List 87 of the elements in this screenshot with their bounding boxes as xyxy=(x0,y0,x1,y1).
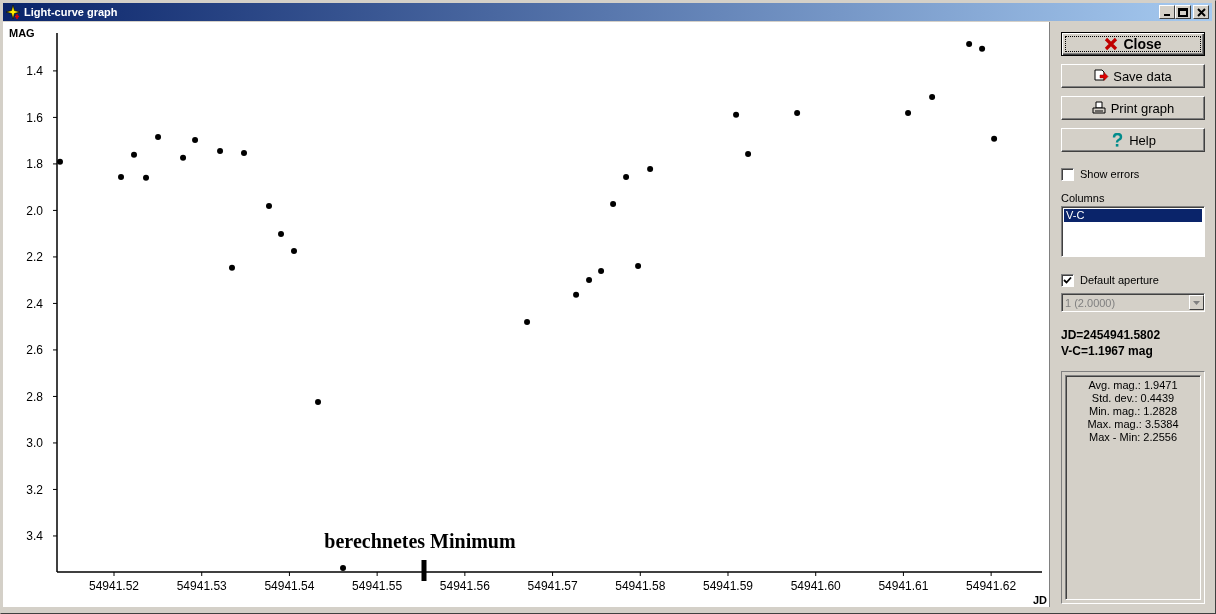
window-title: Light-curve graph xyxy=(24,6,119,18)
minimum-marker xyxy=(421,560,427,581)
tick-label: 2.0 xyxy=(26,203,43,218)
dialog-button[interactable]: Print graph xyxy=(1061,96,1205,120)
data-point xyxy=(57,158,63,165)
tick-label: 3.4 xyxy=(26,529,43,544)
data-point xyxy=(241,150,247,156)
tick-label: 2.6 xyxy=(26,343,43,358)
statistic-text: Std. dev.: 0.4439 xyxy=(1090,392,1176,405)
axis-label: MAG xyxy=(9,27,35,39)
tick-label: 1.6 xyxy=(26,110,43,125)
dropdown-arrow-icon xyxy=(1193,300,1200,305)
data-point xyxy=(229,264,235,271)
statistic-text: Max - Min: 2.2556 xyxy=(1087,431,1178,444)
tick-label: 2.2 xyxy=(26,250,43,265)
dialog-button[interactable]: Save data xyxy=(1061,64,1205,88)
data-point xyxy=(610,200,617,207)
data-point xyxy=(905,110,912,116)
data-point xyxy=(143,174,150,181)
data-point xyxy=(291,247,297,254)
data-point xyxy=(573,291,580,298)
data-point xyxy=(745,150,752,157)
data-point xyxy=(966,40,973,47)
tick-label: 54941.55 xyxy=(352,579,403,593)
data-point xyxy=(192,136,199,143)
data-point xyxy=(278,230,284,237)
tick-label: 54941.59 xyxy=(702,579,753,593)
data-point xyxy=(180,154,187,161)
columns-list[interactable]: V-C xyxy=(1061,206,1205,257)
checkbox-label: Default aperture xyxy=(1080,274,1159,286)
close-icon xyxy=(1196,7,1206,17)
data-point xyxy=(598,267,605,274)
dialog-button[interactable]: Help xyxy=(1061,128,1205,152)
app-icon xyxy=(5,4,21,20)
data-point xyxy=(315,399,322,405)
minimize-icon xyxy=(1164,14,1170,16)
data-point xyxy=(623,173,630,180)
data-point xyxy=(340,565,347,572)
data-point xyxy=(586,276,593,283)
maximize-icon xyxy=(1178,7,1188,17)
data-point xyxy=(266,203,272,209)
data-point xyxy=(794,110,801,116)
data-point xyxy=(524,319,531,326)
field-label: Columns xyxy=(1061,192,1106,204)
axis-label: JD xyxy=(1032,594,1047,606)
tick-label: 3.2 xyxy=(26,482,43,497)
data-point xyxy=(979,45,986,52)
tick-label: 54941.60 xyxy=(790,579,841,593)
tick-label: 54941.57 xyxy=(527,579,578,593)
data-point xyxy=(131,151,137,158)
document-arrow-icon xyxy=(1094,69,1110,83)
statistic-text: Max. mag.: 3.5384 xyxy=(1086,418,1180,431)
data-point xyxy=(118,173,125,180)
tick-label: 2.8 xyxy=(26,389,43,404)
tick-label: 54941.62 xyxy=(966,579,1017,593)
data-point xyxy=(929,93,936,100)
data-point xyxy=(155,133,162,140)
data-point xyxy=(647,166,654,173)
tick-label: 1.8 xyxy=(26,157,43,172)
data-point xyxy=(635,263,642,269)
dialog-button[interactable]: Close xyxy=(1061,32,1205,56)
data-point xyxy=(733,111,740,118)
tick-label: 54941.56 xyxy=(439,579,490,593)
cursor-readout: V-C=1.1967 mag xyxy=(1061,343,1154,359)
checkbox[interactable] xyxy=(1061,273,1074,287)
minimize-button[interactable] xyxy=(1159,5,1175,19)
data-point xyxy=(991,135,998,142)
checkbox-label: Show errors xyxy=(1080,168,1140,180)
tick-label: 3.0 xyxy=(26,436,43,451)
statistic-text: Avg. mag.: 1.9471 xyxy=(1087,379,1179,392)
tick-label: 54941.54 xyxy=(264,579,315,593)
tick-label: 54941.58 xyxy=(615,579,666,593)
list-item[interactable]: V-C xyxy=(1064,209,1202,222)
tick-label: 54941.61 xyxy=(878,579,929,593)
tick-label: 2.4 xyxy=(26,296,43,311)
checkbox[interactable] xyxy=(1061,167,1074,181)
annotation-label: berechnetes Minimum xyxy=(324,530,516,552)
tick-label: 54941.52 xyxy=(89,579,140,593)
maximize-button[interactable] xyxy=(1175,5,1191,19)
cursor-readout: JD=2454941.5802 xyxy=(1061,327,1162,343)
close-icon xyxy=(1104,37,1120,51)
close-button[interactable] xyxy=(1193,5,1209,19)
tick-label: 54941.53 xyxy=(176,579,227,593)
printer-icon xyxy=(1091,101,1107,115)
statistic-text: Min. mag.: 1.2828 xyxy=(1087,405,1179,418)
data-point xyxy=(217,147,224,154)
tick-label: 1.4 xyxy=(26,64,43,79)
